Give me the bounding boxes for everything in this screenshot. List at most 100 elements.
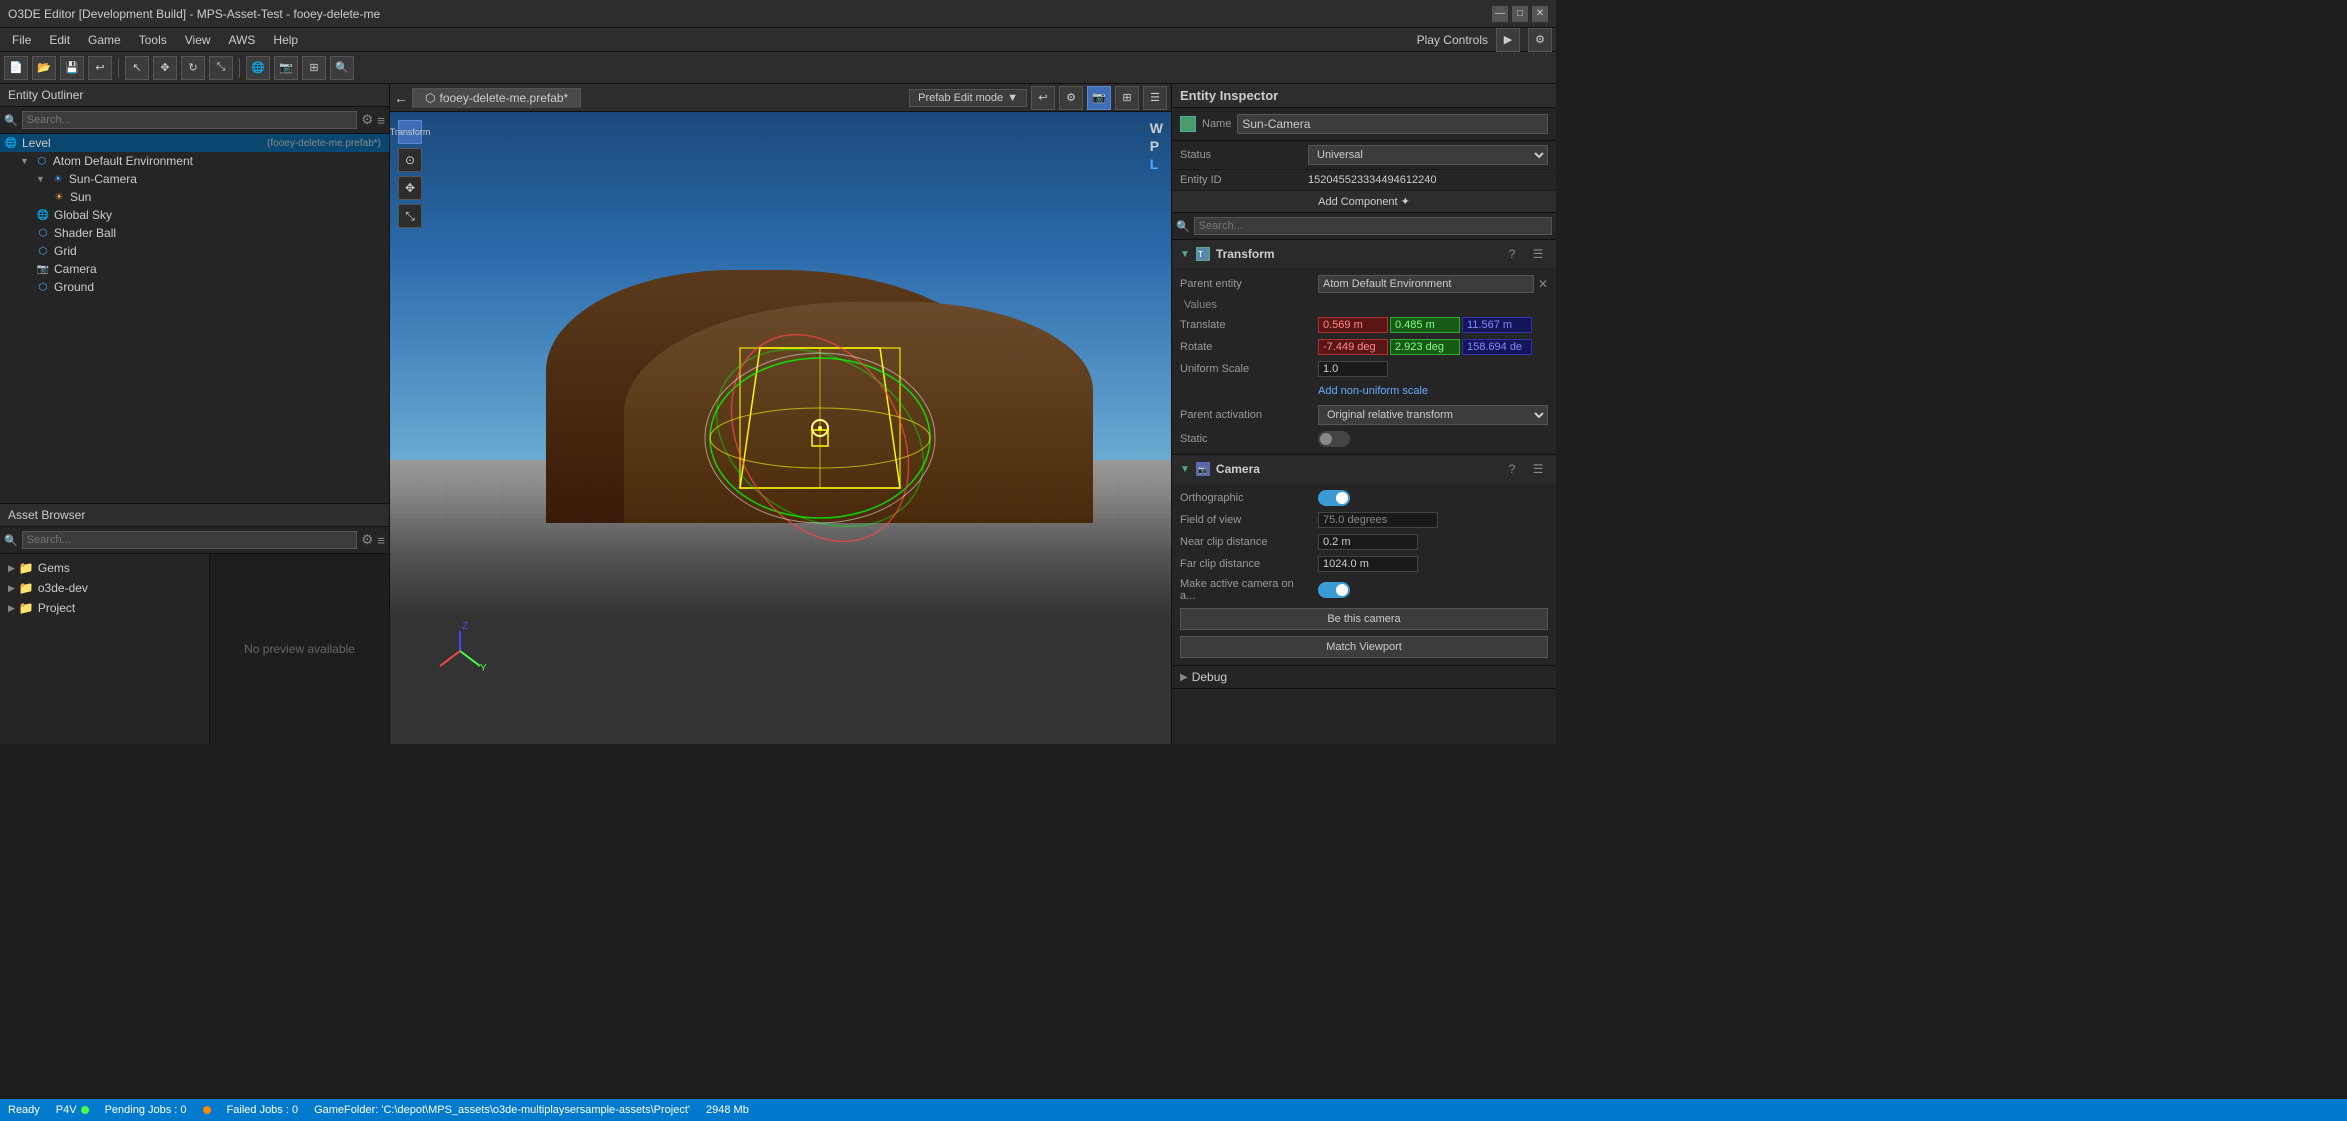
entity-name-input[interactable] bbox=[1237, 114, 1548, 134]
debug-header[interactable]: ▶ Debug bbox=[1172, 666, 1556, 688]
viewport-canvas[interactable]: Transform ⊙ ✥ ⤡ W P L Z bbox=[390, 112, 1171, 744]
sun-action-2[interactable]: · bbox=[369, 191, 381, 203]
camera-item-action-3[interactable]: · bbox=[369, 263, 381, 275]
camera-item-action-2[interactable]: · bbox=[355, 263, 367, 275]
match-viewport-button[interactable]: Match Viewport bbox=[1180, 636, 1548, 658]
expand-tool-button[interactable]: ⤡ bbox=[398, 204, 422, 228]
status-select[interactable]: Universal bbox=[1308, 145, 1548, 165]
menu-view[interactable]: View bbox=[177, 31, 219, 49]
snap-button[interactable]: ⊞ bbox=[302, 56, 326, 80]
vp-icon-btn-2[interactable]: ⚙ bbox=[1059, 86, 1083, 110]
transform-help-button[interactable]: ? bbox=[1502, 244, 1522, 264]
camera-item-action-1[interactable]: 🎯 bbox=[341, 263, 353, 275]
transform-tool-button[interactable]: Transform bbox=[398, 120, 422, 144]
far-clip-input[interactable] bbox=[1318, 556, 1418, 572]
move-button[interactable]: ✥ bbox=[153, 56, 177, 80]
camera-button[interactable]: 📷 bbox=[274, 56, 298, 80]
settings-button[interactable]: ⚙ bbox=[1528, 28, 1552, 52]
asset-tree-item-o3de[interactable]: ▶ 📁 o3de-dev bbox=[4, 578, 205, 598]
close-button[interactable]: ✕ bbox=[1532, 6, 1548, 22]
static-toggle[interactable] bbox=[1318, 431, 1350, 447]
new-button[interactable]: 📄 bbox=[4, 56, 28, 80]
world-button[interactable]: 🌐 bbox=[246, 56, 270, 80]
search-button[interactable]: 🔍 bbox=[330, 56, 354, 80]
grid-action-2[interactable]: · bbox=[369, 245, 381, 257]
camera-component-header[interactable]: ▼ 📷 Camera ? ☰ bbox=[1172, 455, 1556, 483]
rotate-x-input[interactable] bbox=[1318, 339, 1388, 355]
save-button[interactable]: 💾 bbox=[60, 56, 84, 80]
sun-camera-action-1[interactable]: 🎯 bbox=[341, 173, 353, 185]
asset-more-button[interactable]: ≡ bbox=[377, 533, 385, 548]
play-button[interactable]: ▶ bbox=[1496, 28, 1520, 52]
inspector-search-input[interactable] bbox=[1194, 217, 1552, 235]
atom-action-1[interactable]: · bbox=[355, 155, 367, 167]
vp-icon-btn-camera[interactable]: 📷 bbox=[1087, 86, 1111, 110]
open-button[interactable]: 📂 bbox=[32, 56, 56, 80]
outliner-item-sun[interactable]: ☀ Sun · · bbox=[0, 188, 389, 206]
back-button[interactable]: ← bbox=[394, 90, 408, 106]
p-label[interactable]: P bbox=[1150, 138, 1163, 154]
asset-filter-button[interactable]: ⚙ bbox=[361, 532, 373, 548]
prefab-mode-button[interactable]: Prefab Edit mode ▼ bbox=[909, 89, 1027, 107]
make-active-toggle[interactable] bbox=[1318, 582, 1350, 598]
outliner-item-grid[interactable]: ⬡ Grid · · bbox=[0, 242, 389, 260]
outliner-item-sun-camera[interactable]: ▼ ☀ Sun-Camera 🎯 · · bbox=[0, 170, 389, 188]
rotate-z-input[interactable] bbox=[1462, 339, 1532, 355]
uniform-scale-input[interactable] bbox=[1318, 361, 1388, 377]
ground-action-1[interactable]: · bbox=[355, 281, 367, 293]
vp-icon-btn-3[interactable]: ⊞ bbox=[1115, 86, 1139, 110]
menu-help[interactable]: Help bbox=[265, 31, 306, 49]
vp-icon-btn-4[interactable]: ☰ bbox=[1143, 86, 1167, 110]
translate-x-input[interactable] bbox=[1318, 317, 1388, 333]
near-clip-input[interactable] bbox=[1318, 534, 1418, 550]
outliner-item-global-sky[interactable]: 🌐 Global Sky · · bbox=[0, 206, 389, 224]
sun-camera-action-2[interactable]: · bbox=[355, 173, 367, 185]
be-this-camera-button[interactable]: Be this camera bbox=[1180, 608, 1548, 630]
outliner-filter-button[interactable]: ⚙ bbox=[361, 112, 373, 128]
translate-y-input[interactable] bbox=[1390, 317, 1460, 333]
menu-edit[interactable]: Edit bbox=[41, 31, 78, 49]
add-component-button[interactable]: Add Component ✦ bbox=[1172, 191, 1556, 213]
camera-menu-button[interactable]: ☰ bbox=[1528, 459, 1548, 479]
shader-ball-action-2[interactable]: · bbox=[369, 227, 381, 239]
outliner-item-camera[interactable]: 📷 Camera 🎯 · · bbox=[0, 260, 389, 278]
vp-icon-btn-1[interactable]: ↩ bbox=[1031, 86, 1055, 110]
select-tool-button[interactable]: ⊙ bbox=[398, 148, 422, 172]
atom-action-2[interactable]: · bbox=[369, 155, 381, 167]
undo-button[interactable]: ↩ bbox=[88, 56, 112, 80]
move-tool-button[interactable]: ✥ bbox=[398, 176, 422, 200]
transform-menu-button[interactable]: ☰ bbox=[1528, 244, 1548, 264]
parent-entity-clear-button[interactable]: ✕ bbox=[1538, 277, 1548, 291]
menu-file[interactable]: File bbox=[4, 31, 39, 49]
outliner-item-atom[interactable]: ▼ ⬡ Atom Default Environment · · bbox=[0, 152, 389, 170]
translate-z-input[interactable] bbox=[1462, 317, 1532, 333]
menu-game[interactable]: Game bbox=[80, 31, 129, 49]
parent-activation-select[interactable]: Original relative transform bbox=[1318, 405, 1548, 425]
sun-camera-action-3[interactable]: · bbox=[369, 173, 381, 185]
grid-action-1[interactable]: · bbox=[355, 245, 367, 257]
ground-action-2[interactable]: · bbox=[369, 281, 381, 293]
orthographic-toggle[interactable] bbox=[1318, 490, 1350, 506]
fov-input[interactable] bbox=[1318, 512, 1438, 528]
asset-tree-item-gems[interactable]: ▶ 📁 Gems bbox=[4, 558, 205, 578]
global-sky-action-2[interactable]: · bbox=[369, 209, 381, 221]
minimize-button[interactable]: — bbox=[1492, 6, 1508, 22]
parent-entity-input[interactable] bbox=[1318, 275, 1534, 293]
rotate-y-input[interactable] bbox=[1390, 339, 1460, 355]
global-sky-action-1[interactable]: · bbox=[355, 209, 367, 221]
l-label[interactable]: L bbox=[1150, 156, 1163, 172]
outliner-item-level[interactable]: 🌐 Level (fooey-delete-me.prefab*) bbox=[0, 134, 389, 152]
asset-browser-search-input[interactable] bbox=[22, 531, 358, 549]
maximize-button[interactable]: □ bbox=[1512, 6, 1528, 22]
outliner-more-button[interactable]: ≡ bbox=[377, 113, 385, 128]
menu-tools[interactable]: Tools bbox=[131, 31, 175, 49]
camera-help-button[interactable]: ? bbox=[1502, 459, 1522, 479]
scale-button[interactable]: ⤡ bbox=[209, 56, 233, 80]
entity-outliner-search-input[interactable] bbox=[22, 111, 358, 129]
sun-action-1[interactable]: · bbox=[355, 191, 367, 203]
outliner-item-ground[interactable]: ⬡ Ground · · bbox=[0, 278, 389, 296]
menu-aws[interactable]: AWS bbox=[221, 31, 264, 49]
asset-tree-item-project[interactable]: ▶ 📁 Project bbox=[4, 598, 205, 618]
viewport-tab-main[interactable]: ⬡ fooey-delete-me.prefab* bbox=[412, 88, 581, 108]
w-label[interactable]: W bbox=[1150, 120, 1163, 136]
